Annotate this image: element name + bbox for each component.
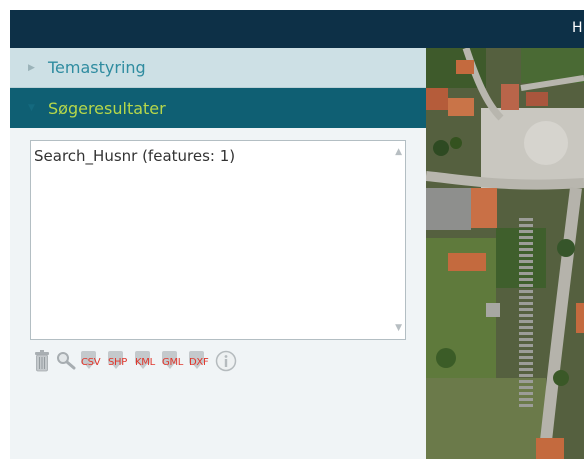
trash-icon[interactable] — [34, 350, 50, 376]
accordion-temastyring[interactable]: ▶ Temastyring — [10, 48, 426, 88]
download-shp-button[interactable]: SHP — [105, 350, 127, 372]
scroll-up-icon[interactable]: ▲ — [395, 147, 402, 157]
download-gml-button[interactable]: GML — [159, 350, 183, 372]
scroll-down-icon[interactable]: ▼ — [395, 323, 402, 333]
aerial-map-image — [426, 48, 584, 459]
zoom-icon[interactable] — [56, 351, 78, 375]
results-toolbar: CSV SHP KML GML DXF — [34, 350, 264, 372]
result-item[interactable]: Search_Husnr (features: 1) — [34, 147, 235, 165]
accordion-temastyring-label: Temastyring — [48, 58, 146, 77]
accordion-soegeresultater[interactable]: ▼ Søgeresultater — [10, 88, 426, 128]
app-title: H — [572, 20, 583, 36]
caret-down-icon: ▼ — [28, 103, 35, 113]
download-dxf-button[interactable]: DXF — [186, 350, 209, 372]
top-bar: H — [10, 10, 584, 48]
accordion-soegeresultater-label: Søgeresultater — [48, 98, 166, 118]
download-kml-button[interactable]: KML — [132, 350, 155, 372]
caret-right-icon: ▶ — [28, 62, 35, 73]
sidebar-panel: ▶ Temastyring ▼ Søgeresultater Search_Hu… — [10, 48, 426, 459]
download-csv-button[interactable]: CSV — [78, 350, 101, 372]
map-view[interactable] — [426, 48, 584, 459]
search-results-list[interactable]: Search_Husnr (features: 1) ▲ ▼ — [30, 140, 406, 340]
info-icon[interactable] — [215, 350, 237, 376]
